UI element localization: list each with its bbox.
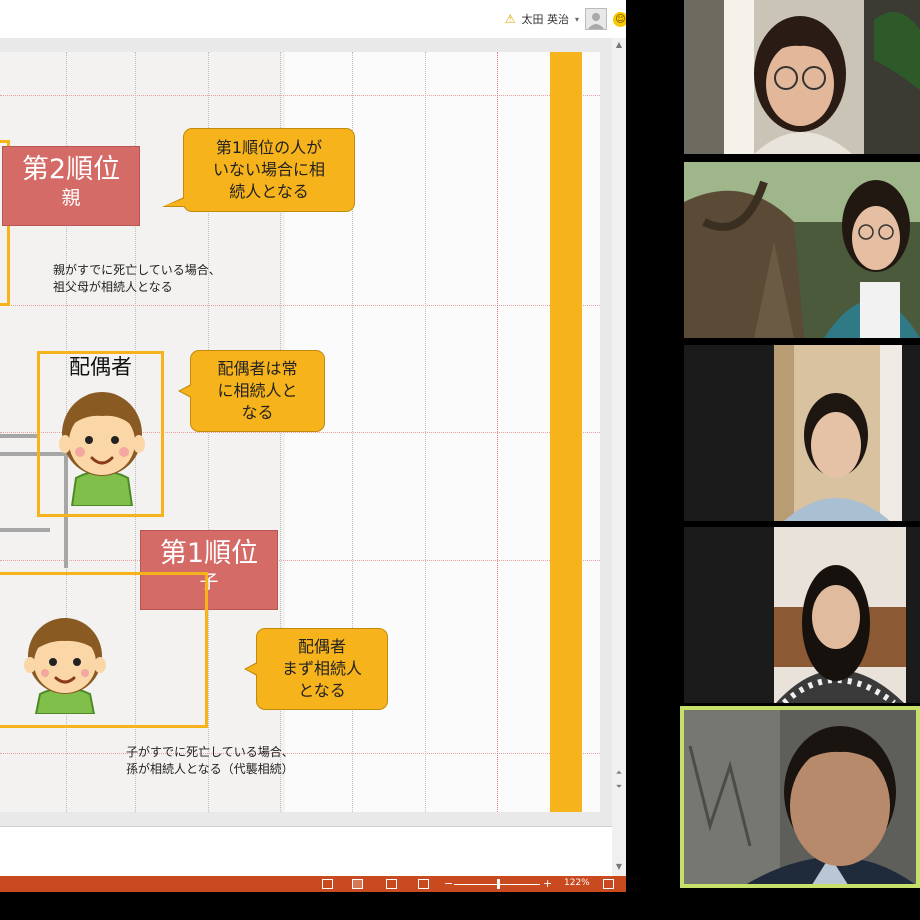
- child-person-icon: [24, 618, 106, 714]
- powerpoint-window: ⚠ 太田 英治 ▾ ☺ 第2順位 親 第1順位の人が いない場合に相 続人となる…: [0, 0, 626, 892]
- tree-line: [0, 528, 50, 532]
- guide-line: [0, 305, 600, 306]
- note-line: 親がすでに死亡している場合、: [53, 263, 221, 277]
- spouse-person-icon: [59, 392, 145, 506]
- slideshow-icon[interactable]: [418, 879, 429, 889]
- smiley-icon[interactable]: ☺: [613, 11, 626, 27]
- guide-line: [497, 52, 498, 812]
- callout-line: まず相続人: [281, 659, 362, 678]
- decorative-bar: [550, 52, 582, 812]
- participant-image: [684, 162, 920, 338]
- ruler: [0, 38, 626, 52]
- participant-video-2[interactable]: [684, 162, 920, 338]
- callout-line: いない場合に相: [212, 160, 325, 179]
- rank1-title: 第1順位: [159, 538, 259, 569]
- vertical-scrollbar[interactable]: ▲ ⏶ ⏷ ▼: [612, 38, 626, 878]
- callout-line: 配偶者: [297, 637, 346, 656]
- participant-image: [684, 527, 920, 703]
- prev-slide-icon[interactable]: ⏶: [614, 768, 624, 778]
- callout-line: なる: [241, 403, 274, 422]
- participant-image: [684, 0, 920, 154]
- rank2-title: 第2順位: [21, 154, 121, 185]
- notes-pane[interactable]: [0, 826, 612, 876]
- slide-sorter-icon[interactable]: [352, 879, 363, 889]
- account-area[interactable]: ⚠ 太田 英治 ▾ ☺: [505, 6, 626, 32]
- note-line: 孫が相続人となる（代襲相続）: [126, 762, 294, 776]
- note-parent: 親がすでに死亡している場合、 祖父母が相続人となる: [53, 262, 221, 296]
- guide-line: [425, 52, 426, 812]
- zoom-slider-thumb[interactable]: [497, 879, 500, 889]
- guide-line: [0, 95, 600, 96]
- scroll-up-icon[interactable]: ▲: [614, 40, 624, 50]
- callout-child[interactable]: 配偶者 まず相続人 となる: [244, 628, 388, 710]
- callout-rank2[interactable]: 第1順位の人が いない場合に相 続人となる: [162, 128, 355, 212]
- participant-video-3[interactable]: [684, 345, 920, 521]
- callout-line: 第1順位の人が: [215, 138, 323, 157]
- zoom-out-button[interactable]: −: [444, 877, 453, 890]
- rank2-box[interactable]: 第2順位 親: [2, 146, 140, 226]
- note-line: 子がすでに死亡している場合、: [126, 745, 294, 759]
- user-name[interactable]: 太田 英治: [521, 11, 569, 27]
- next-slide-icon[interactable]: ⏷: [614, 782, 624, 792]
- callout-line: 配偶者は常: [217, 359, 298, 378]
- spouse-label: 配偶者: [69, 355, 132, 379]
- callout-line: に相続人と: [217, 381, 298, 400]
- participant-video-4[interactable]: [684, 527, 920, 703]
- slide-canvas[interactable]: 第2順位 親 第1順位の人が いない場合に相 続人となる 親がすでに死亡している…: [0, 52, 600, 812]
- warning-icon: ⚠: [504, 12, 516, 26]
- callout-spouse[interactable]: 配偶者は常 に相続人と なる: [178, 350, 325, 432]
- note-line: 祖父母が相続人となる: [53, 280, 173, 294]
- callout-line: 続人となる: [229, 182, 309, 201]
- fit-slide-icon[interactable]: [603, 879, 614, 889]
- zoom-in-button[interactable]: +: [543, 877, 552, 890]
- participant-video-1[interactable]: [684, 0, 920, 154]
- chevron-down-icon[interactable]: ▾: [575, 15, 579, 24]
- participant-image: [684, 345, 920, 521]
- guide-line: [0, 560, 600, 561]
- participant-image: [680, 706, 920, 888]
- rank2-subtitle: 親: [61, 187, 81, 209]
- status-bar: − + 122%: [0, 876, 626, 892]
- video-gallery: [626, 0, 920, 920]
- callout-line: となる: [298, 681, 346, 700]
- guide-line: [0, 753, 600, 754]
- reading-view-icon[interactable]: [386, 879, 397, 889]
- user-avatar-icon[interactable]: [585, 8, 607, 30]
- tree-line: [0, 434, 38, 438]
- zoom-level[interactable]: 122%: [564, 878, 590, 888]
- ribbon-area: ⚠ 太田 英治 ▾ ☺: [0, 0, 626, 38]
- normal-view-icon[interactable]: [322, 879, 333, 889]
- note-child: 子がすでに死亡している場合、 孫が相続人となる（代襲相続）: [126, 744, 294, 778]
- participant-video-active[interactable]: [680, 706, 920, 888]
- scroll-down-icon[interactable]: ▼: [614, 862, 624, 872]
